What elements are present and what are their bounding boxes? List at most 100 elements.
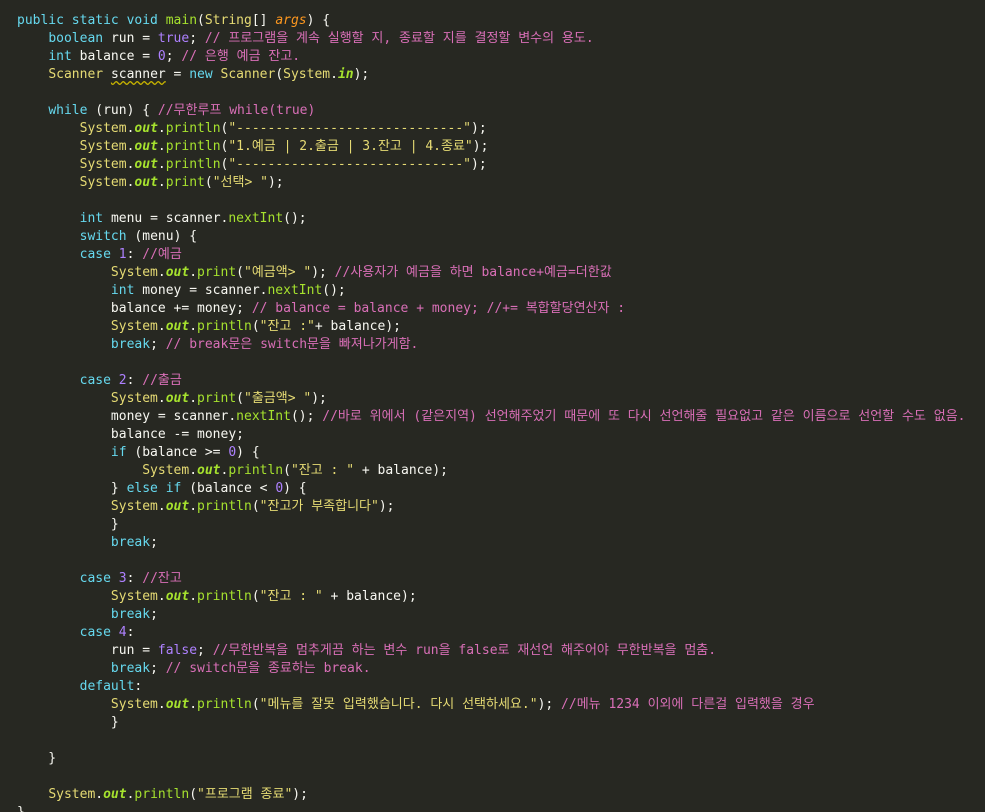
code-token: scanner: [110, 67, 166, 82]
code-line[interactable]: switch (menu) {: [17, 228, 985, 246]
code-token: // switch문을 종료하는 break.: [165, 661, 371, 676]
code-line[interactable]: money = scanner.nextInt(); //바로 위에서 (같은지…: [17, 408, 985, 426]
code-token: .: [189, 697, 198, 712]
code-token: in: [337, 67, 354, 82]
code-line[interactable]: public static void main(String[] args) {: [17, 12, 985, 30]
code-line[interactable]: int money = scanner.nextInt();: [17, 282, 985, 300]
code-token: true: [157, 31, 190, 46]
code-line[interactable]: balance -= money;: [17, 426, 985, 444]
code-line[interactable]: [17, 354, 985, 372]
code-token: +: [354, 463, 378, 478]
code-token: }: [17, 517, 119, 532]
code-token: print: [197, 391, 237, 406]
code-line[interactable]: int menu = scanner.nextInt();: [17, 210, 985, 228]
code-line[interactable]: System.out.println("--------------------…: [17, 120, 985, 138]
code-line[interactable]: System.out.println("잔고가 부족합니다");: [17, 498, 985, 516]
code-token: );: [471, 121, 487, 136]
code-line[interactable]: [17, 768, 985, 786]
code-line[interactable]: System.out.print("예금액> "); //사용자가 예금을 하면…: [17, 264, 985, 282]
code-token: out: [165, 589, 190, 604]
code-token: );: [401, 589, 417, 604]
code-editor[interactable]: public static void main(String[] args) {…: [0, 0, 985, 812]
code-token: case: [79, 571, 119, 586]
code-token: (: [251, 697, 260, 712]
code-token: // 은행 예금 잔고.: [181, 49, 301, 64]
code-token: print: [165, 175, 205, 190]
code-line[interactable]: System.out.print("선택> ");: [17, 174, 985, 192]
code-line[interactable]: run = false; //무한반복을 멈추게끔 하는 변수 run을 fal…: [17, 642, 985, 660]
code-line[interactable]: case 2: //출금: [17, 372, 985, 390]
code-line[interactable]: boolean run = true; // 프로그램을 계속 실행할 지, 종…: [17, 30, 985, 48]
code-line[interactable]: System.out.println("잔고 :"+ balance);: [17, 318, 985, 336]
code-line[interactable]: System.out.println("프로그램 종료");: [17, 786, 985, 804]
code-token: break: [110, 337, 151, 352]
code-line[interactable]: }: [17, 804, 985, 812]
code-line[interactable]: System.out.println("메뉴를 잘못 입력했습니다. 다시 선택…: [17, 696, 985, 714]
code-line[interactable]: Scanner scanner = new Scanner(System.in)…: [17, 66, 985, 84]
code-line[interactable]: System.out.println("잔고 : " + balance);: [17, 462, 985, 480]
code-token: out: [197, 463, 221, 478]
code-token: case: [79, 373, 119, 388]
code-token: ) {: [283, 481, 307, 496]
code-token: println: [197, 697, 252, 712]
code-token: // break문은 switch문을 빠져나가게함.: [165, 337, 419, 352]
code-line[interactable]: while (run) { //무한루프 while(true): [17, 102, 985, 120]
code-token: "1.예금 | 2.출금 | 3.잔고 | 4.종료": [228, 139, 473, 154]
code-line[interactable]: case 1: //예금: [17, 246, 985, 264]
code-token: :: [126, 571, 143, 586]
code-token: +: [322, 589, 347, 604]
code-token: .: [157, 589, 166, 604]
code-line[interactable]: balance += money; // balance = balance +…: [17, 300, 985, 318]
code-token: out: [134, 157, 158, 172]
code-token: );: [292, 787, 308, 802]
code-line[interactable]: break;: [17, 606, 985, 624]
code-line[interactable]: System.out.print("출금액> ");: [17, 390, 985, 408]
code-token: balance: [377, 463, 433, 478]
code-token: //바로 위에서 (같은지역) 선언해주었기 때문에 또 다시 선언해줄 필요없…: [322, 409, 966, 424]
code-token: []: [251, 13, 276, 28]
code-line[interactable]: case 4:: [17, 624, 985, 642]
code-line[interactable]: System.out.println("잔고 : " + balance);: [17, 588, 985, 606]
code-line[interactable]: }: [17, 750, 985, 768]
code-token: .: [228, 409, 237, 424]
code-line[interactable]: break; // switch문을 종료하는 break.: [17, 660, 985, 678]
code-line[interactable]: break; // break문은 switch문을 빠져나가게함.: [17, 336, 985, 354]
code-line[interactable]: [17, 732, 985, 750]
code-line[interactable]: [17, 192, 985, 210]
code-token: .: [189, 265, 198, 280]
code-line[interactable]: int balance = 0; // 은행 예금 잔고.: [17, 48, 985, 66]
code-token: .: [157, 175, 166, 190]
code-line[interactable]: }: [17, 516, 985, 534]
code-token: );: [472, 139, 489, 154]
code-token: out: [134, 121, 158, 136]
code-token: nextInt: [236, 409, 291, 424]
code-token: ;: [236, 427, 244, 442]
code-token: ) {: [306, 13, 331, 28]
code-token: args: [275, 13, 307, 28]
code-line[interactable]: case 3: //잔고: [17, 570, 985, 588]
code-token: run: [110, 643, 143, 658]
code-token: (: [236, 391, 244, 406]
code-token: .: [157, 319, 166, 334]
code-token: System: [283, 67, 331, 82]
code-line[interactable]: } else if (balance < 0) {: [17, 480, 985, 498]
code-line[interactable]: System.out.println("1.예금 | 2.출금 | 3.잔고 |…: [17, 138, 985, 156]
code-line[interactable]: break;: [17, 534, 985, 552]
code-line[interactable]: if (balance >= 0) {: [17, 444, 985, 462]
code-token: println: [165, 121, 221, 136]
code-line[interactable]: }: [17, 714, 985, 732]
code-token: menu: [142, 229, 174, 244]
code-token: out: [165, 319, 190, 334]
code-line[interactable]: System.out.println("--------------------…: [17, 156, 985, 174]
code-line[interactable]: default:: [17, 678, 985, 696]
code-token: :: [126, 625, 135, 640]
code-line[interactable]: [17, 84, 985, 102]
code-token: balance: [110, 301, 174, 316]
code-line[interactable]: [17, 552, 985, 570]
